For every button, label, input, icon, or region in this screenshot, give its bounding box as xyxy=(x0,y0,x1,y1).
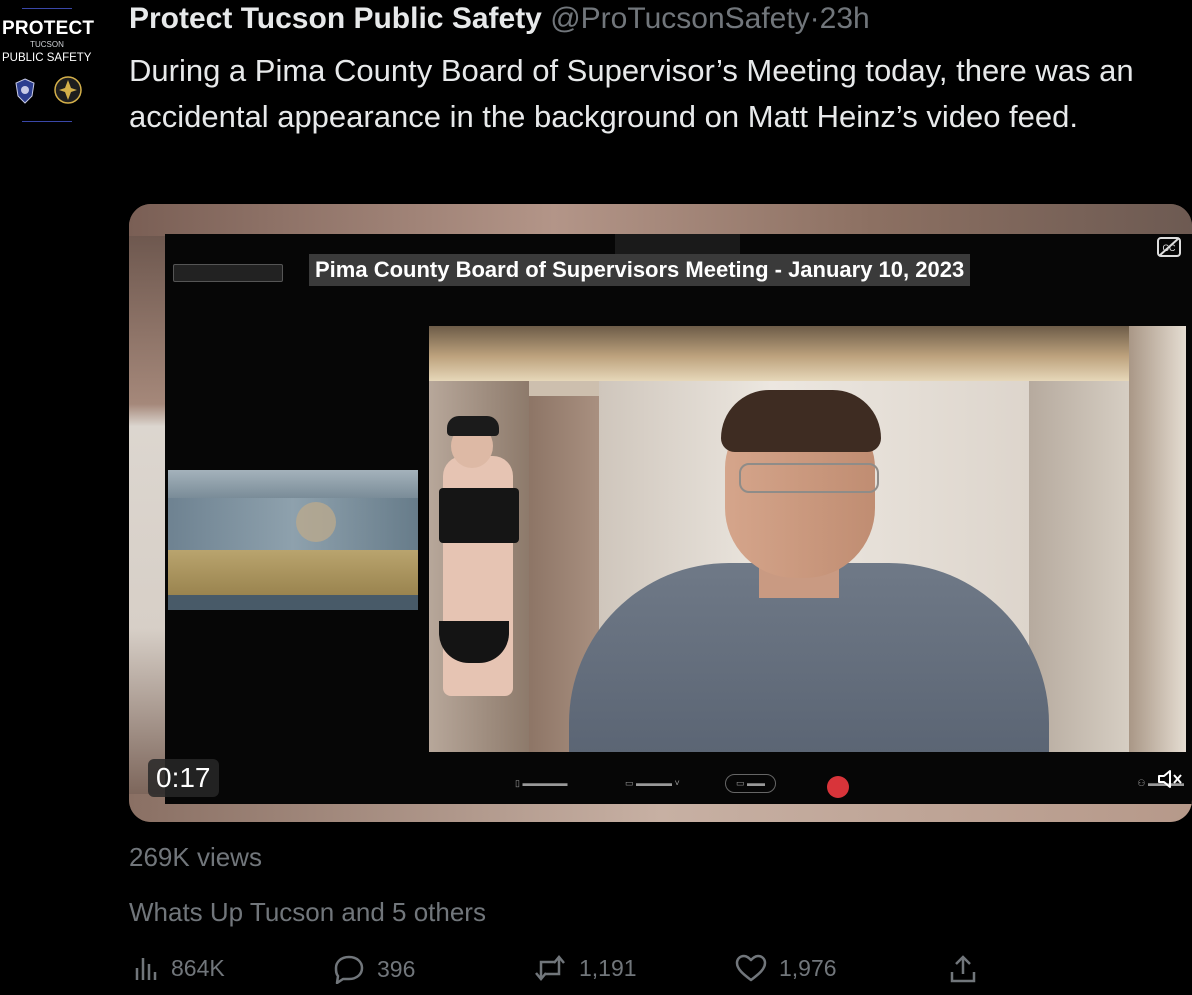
connect-audio-control: ▯ ▬▬▬▬▬ xyxy=(515,778,568,788)
author-name[interactable]: Protect Tucson Public Safety xyxy=(129,2,542,35)
supervisor-person xyxy=(549,378,1059,752)
background-person xyxy=(429,416,539,752)
video-player[interactable]: Pima County Board of Supervisors Meeting… xyxy=(129,204,1192,822)
reply-button[interactable]: 396 xyxy=(333,954,415,984)
views-button[interactable]: 864K xyxy=(133,954,225,982)
video-frame-background xyxy=(129,204,1192,236)
person-glasses xyxy=(739,463,879,493)
avatar[interactable]: PROTECT TUCSON PUBLIC SAFETY xyxy=(0,0,100,125)
avatar-divider xyxy=(22,121,72,122)
view-count[interactable]: 269K views xyxy=(129,842,262,873)
avatar-text-protect: PROTECT xyxy=(2,18,95,39)
room-curtain xyxy=(1129,326,1186,752)
tweet-header: Protect Tucson Public Safety @ProTucsonS… xyxy=(129,2,870,36)
analytics-icon xyxy=(135,958,157,980)
person-top xyxy=(439,488,519,543)
meeting-controls: ▯ ▬▬▬▬▬ ▭ ▬▬▬▬ ˅ ▭ ▬▬ xyxy=(505,774,865,800)
chamber-floor xyxy=(168,595,418,610)
retweet-button[interactable]: 1,191 xyxy=(533,954,637,982)
police-badge-icon xyxy=(15,78,35,104)
supervisor-video-feed xyxy=(429,326,1186,752)
chamber-video-feed xyxy=(168,470,418,610)
share-button[interactable] xyxy=(949,954,989,984)
like-button[interactable]: 1,976 xyxy=(735,954,837,982)
chamber-wall xyxy=(168,498,418,553)
video-duration: 0:17 xyxy=(148,759,219,797)
meeting-screen: Pima County Board of Supervisors Meeting… xyxy=(165,234,1192,804)
retweet-icon xyxy=(535,955,565,981)
reply-icon xyxy=(334,955,364,984)
speaker-muted-icon[interactable] xyxy=(1156,767,1184,791)
fire-badge-icon xyxy=(54,76,82,104)
end-call-icon xyxy=(827,776,849,798)
closed-captions-icon[interactable]: CC xyxy=(1156,236,1182,258)
retweet-count: 1,191 xyxy=(579,954,637,981)
start-video-control: ▭ ▬▬▬▬ ˅ xyxy=(625,778,680,788)
author-handle[interactable]: @ProTucsonSafety xyxy=(550,2,809,35)
chamber-dais xyxy=(168,550,418,595)
separator-dot: · xyxy=(809,2,820,35)
views-count: 864K xyxy=(171,954,225,981)
heart-icon xyxy=(735,954,767,982)
tweet-timestamp[interactable]: 23h xyxy=(820,2,870,35)
liked-by-text[interactable]: Whats Up Tucson and 5 others xyxy=(129,897,486,928)
speaker-indicator xyxy=(173,264,283,282)
like-count: 1,976 xyxy=(779,954,837,981)
avatar-text-public-safety: PUBLIC SAFETY xyxy=(2,52,92,64)
video-frame-background xyxy=(129,236,167,796)
tweet-text: During a Pima County Board of Supervisor… xyxy=(129,53,1134,134)
room-ceiling xyxy=(429,326,1186,381)
chamber-ceiling xyxy=(168,470,418,498)
meeting-title: Pima County Board of Supervisors Meeting… xyxy=(309,254,971,286)
avatar-divider xyxy=(22,8,72,9)
share-icon xyxy=(950,955,976,983)
reply-count: 396 xyxy=(377,955,416,982)
person-hat xyxy=(447,416,499,436)
person-hair xyxy=(721,390,881,452)
avatar-text-tucson: TUCSON xyxy=(30,40,64,49)
share-control: ▭ ▬▬ xyxy=(725,774,777,793)
chamber-seal xyxy=(296,502,336,542)
tweet-action-bar: 864K 396 1,191 1,976 xyxy=(129,954,1192,992)
